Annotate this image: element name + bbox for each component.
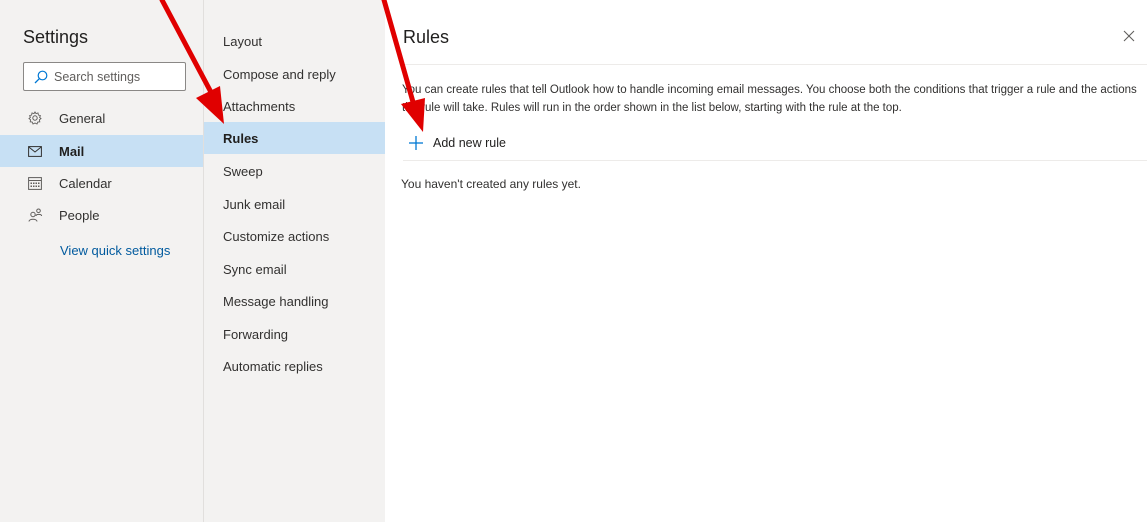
category-forwarding[interactable]: Forwarding <box>204 318 386 350</box>
category-layout[interactable]: Layout <box>204 25 386 57</box>
category-automatic-replies[interactable]: Automatic replies <box>204 350 386 382</box>
category-compose-and-reply[interactable]: Compose and reply <box>204 58 386 90</box>
nav-item-people-label: People <box>59 207 100 223</box>
rules-title: Rules <box>403 27 450 47</box>
plus-icon <box>407 134 425 152</box>
add-new-rule-label: Add new rule <box>433 136 506 150</box>
nav-item-general-label: General <box>59 110 106 126</box>
nav-item-calendar[interactable]: Calendar <box>0 167 203 199</box>
mail-icon <box>27 145 43 157</box>
calendar-icon <box>27 176 43 190</box>
category-junk-email[interactable]: Junk email <box>204 188 386 220</box>
gear-icon <box>27 111 43 125</box>
category-rules[interactable]: Rules <box>204 122 386 154</box>
no-rules-message: You haven't created any rules yet. <box>401 177 581 191</box>
category-customize-actions[interactable]: Customize actions <box>204 220 386 252</box>
view-quick-settings-link[interactable]: View quick settings <box>60 243 170 258</box>
rules-content-pane: Rules You can create rules that tell Out… <box>385 0 1147 522</box>
nav-item-mail[interactable]: Mail <box>0 135 203 167</box>
search-settings-input[interactable] <box>54 69 179 84</box>
close-icon <box>1123 30 1135 42</box>
close-button[interactable] <box>1121 28 1137 44</box>
category-attachments[interactable]: Attachments <box>204 90 386 122</box>
nav-item-general[interactable]: General <box>0 102 203 134</box>
search-icon <box>34 70 48 83</box>
settings-nav-pane: Settings General Mail <box>0 0 203 522</box>
category-sweep[interactable]: Sweep <box>204 155 386 187</box>
mail-categories-pane: Layout Compose and reply Attachments Rul… <box>203 0 386 522</box>
header-divider <box>403 64 1147 65</box>
rules-description: You can create rules that tell Outlook h… <box>402 84 1137 114</box>
nav-item-people[interactable]: People <box>0 199 203 231</box>
nav-item-calendar-label: Calendar <box>59 175 112 191</box>
nav-item-mail-label: Mail <box>59 143 85 159</box>
category-message-handling[interactable]: Message handling <box>204 285 386 317</box>
add-new-rule-button[interactable]: Add new rule <box>407 134 506 152</box>
people-icon <box>27 208 43 222</box>
search-settings-box[interactable] <box>23 62 186 91</box>
add-rule-divider <box>403 160 1147 161</box>
category-sync-email[interactable]: Sync email <box>204 253 386 285</box>
settings-title: Settings <box>23 27 89 47</box>
